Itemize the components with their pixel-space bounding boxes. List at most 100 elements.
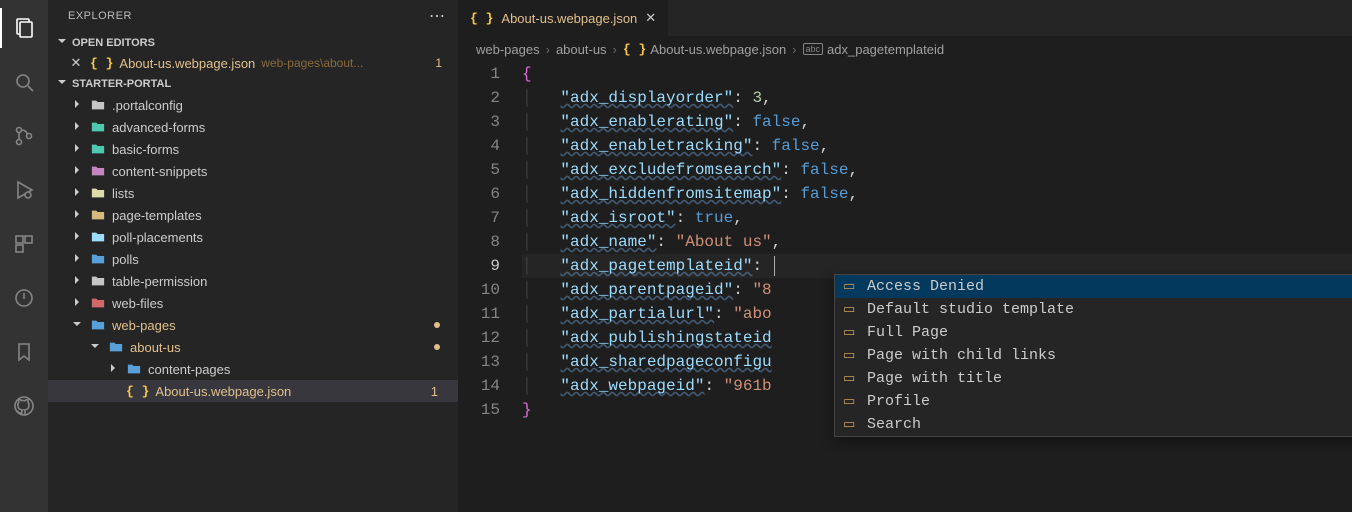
chevron-down-icon [56, 76, 68, 91]
folder-icon [90, 273, 106, 289]
folder-icon [108, 339, 124, 355]
json-icon: { } [623, 42, 646, 57]
chevron-right-icon [70, 252, 84, 267]
modified-dot-icon [434, 322, 440, 328]
folder-icon [90, 295, 106, 311]
chevron-right-icon [70, 142, 84, 157]
activity-power-icon[interactable] [0, 278, 48, 318]
tree-label: poll-placements [112, 230, 203, 245]
suggestion-label: Page with child links [867, 344, 1056, 368]
problems-badge: 1 [435, 56, 450, 70]
value-icon: ▭ [843, 413, 859, 437]
tree-label: .portalconfig [112, 98, 183, 113]
suggestion-item[interactable]: ▭ Search [835, 413, 1352, 436]
activity-scm-icon[interactable] [0, 116, 48, 156]
close-icon[interactable]: ✕ [68, 55, 84, 71]
chevron-right-icon: › [546, 42, 550, 57]
tree-item[interactable]: content-snippets [48, 160, 458, 182]
tree-item[interactable]: web-files [48, 292, 458, 314]
breadcrumb-item[interactable]: abc adx_pagetemplateid [803, 42, 945, 57]
tree-label: content-snippets [112, 164, 207, 179]
suggestion-label: Access Denied [867, 275, 984, 299]
activity-extensions-icon[interactable] [0, 224, 48, 264]
suggestion-item[interactable]: ▭Full Page [835, 321, 1352, 344]
editor-tabs: { } About-us.webpage.json ✕ [458, 0, 1352, 36]
tree-label: content-pages [148, 362, 230, 377]
chevron-right-icon [70, 98, 84, 113]
line-gutter: 123456789101112131415 [458, 62, 518, 512]
breadcrumb-item[interactable]: { } About-us.webpage.json [623, 42, 786, 57]
folder-icon [90, 317, 106, 333]
suggestion-item[interactable]: ▭Access Denied [835, 275, 1352, 298]
tab-title: About-us.webpage.json [501, 11, 637, 26]
tree-item[interactable]: poll-placements [48, 226, 458, 248]
chevron-right-icon [70, 186, 84, 201]
chevron-right-icon: › [613, 42, 617, 57]
value-icon: ▭ [843, 321, 859, 345]
suggestion-label: Profile [867, 390, 930, 414]
suggestion-item[interactable]: ▭ Page with title [835, 367, 1352, 390]
suggestion-item[interactable]: ▭Default studio template [835, 298, 1352, 321]
tree-label: web-pages [112, 318, 176, 333]
suggestion-label: Default studio template [867, 298, 1074, 322]
workspace-header[interactable]: STARTER-PORTAL [48, 73, 458, 94]
breadcrumb-item[interactable]: about-us [556, 42, 607, 57]
folder-icon [90, 185, 106, 201]
open-editors-header[interactable]: OPEN EDITORS [48, 32, 458, 53]
file-name: About-us.webpage.json [119, 56, 255, 71]
code-editor[interactable]: 123456789101112131415 {│ "adx_displayord… [458, 62, 1352, 512]
tree-item[interactable]: polls [48, 248, 458, 270]
suggestion-item[interactable]: ▭ Page with child links [835, 344, 1352, 367]
chevron-right-icon [70, 230, 84, 245]
tree-label: table-permission [112, 274, 207, 289]
json-icon: { } [470, 11, 493, 26]
tree-item[interactable]: table-permission [48, 270, 458, 292]
activity-bookmark-icon[interactable] [0, 332, 48, 372]
activity-github-icon[interactable] [0, 386, 48, 426]
code-content[interactable]: {│ "adx_displayorder": 3,│ "adx_enablera… [518, 62, 1352, 512]
tree-label: web-files [112, 296, 163, 311]
intellisense-popup[interactable]: ▭Access Denied▭Default studio template▭F… [834, 274, 1352, 437]
chevron-down-icon [56, 35, 68, 50]
breadcrumb-item[interactable]: web-pages [476, 42, 540, 57]
sidebar-header: EXPLORER ⋯ [48, 0, 458, 32]
folder-icon [90, 119, 106, 135]
tree-item[interactable]: lists [48, 182, 458, 204]
tree-item[interactable]: { }About-us.webpage.json1 [48, 380, 458, 402]
chevron-right-icon [106, 362, 120, 377]
tree-item[interactable]: advanced-forms [48, 116, 458, 138]
close-icon[interactable]: ✕ [645, 10, 656, 26]
value-icon: ▭ [843, 367, 859, 391]
folder-icon [90, 229, 106, 245]
tree-item[interactable]: content-pages [48, 358, 458, 380]
value-icon: ▭ [843, 344, 859, 368]
breadcrumbs[interactable]: web-pages › about-us › { } About-us.webpage.… [458, 36, 1352, 62]
tree-item[interactable]: .portalconfig [48, 94, 458, 116]
tree-label: basic-forms [112, 142, 179, 157]
activity-search-icon[interactable] [0, 62, 48, 102]
chevron-right-icon [70, 208, 84, 223]
tree-item[interactable]: basic-forms [48, 138, 458, 160]
suggestion-item[interactable]: ▭Profile [835, 390, 1352, 413]
editor-tab[interactable]: { } About-us.webpage.json ✕ [458, 0, 669, 36]
activity-explorer-icon[interactable] [0, 8, 48, 48]
chevron-right-icon [70, 296, 84, 311]
chevron-right-icon [70, 164, 84, 179]
open-editor-item[interactable]: ✕ { } About-us.webpage.json web-pages\ab… [48, 53, 458, 73]
tree-item[interactable]: web-pages [48, 314, 458, 336]
folder-icon [90, 141, 106, 157]
folder-icon [90, 251, 106, 267]
tree-label: about-us [130, 340, 181, 355]
suggestion-label: Page with title [867, 367, 1002, 391]
activity-debug-icon[interactable] [0, 170, 48, 210]
tree-item[interactable]: about-us [48, 336, 458, 358]
folder-icon [90, 207, 106, 223]
tree-label: page-templates [112, 208, 202, 223]
explorer-sidebar: EXPLORER ⋯ OPEN EDITORS ✕ { } About-us.w… [48, 0, 458, 512]
suggestion-label: Search [867, 413, 921, 437]
sidebar-title: EXPLORER [68, 10, 132, 22]
tree-item[interactable]: page-templates [48, 204, 458, 226]
sidebar-more-icon[interactable]: ⋯ [429, 6, 446, 26]
folder-icon [126, 361, 142, 377]
json-icon: { } [126, 384, 149, 399]
